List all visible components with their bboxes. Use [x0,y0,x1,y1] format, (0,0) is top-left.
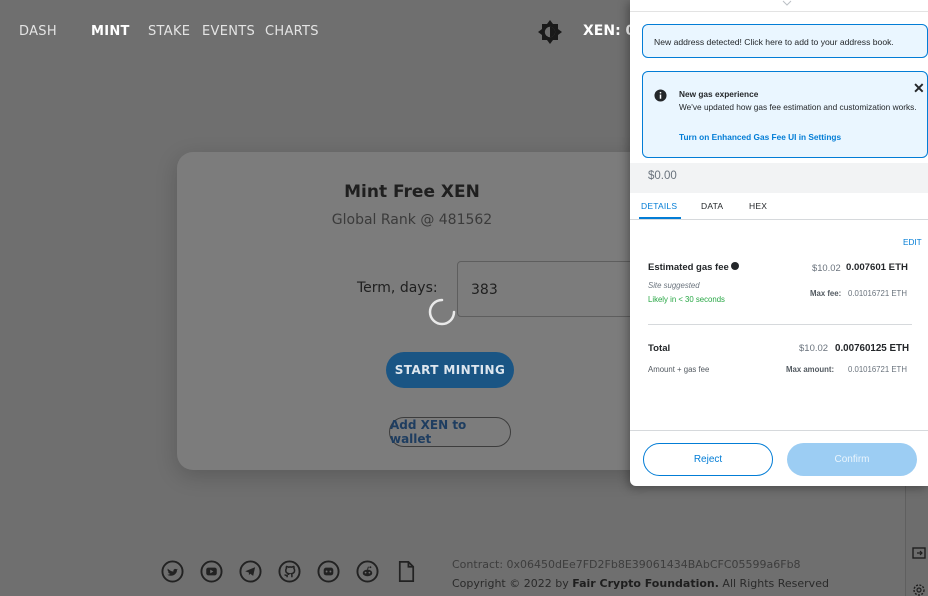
details-tabs: DETAILS DATA HEX [630,193,928,220]
estimated-gas-fee-text: Estimated gas fee [648,262,729,273]
chevron-down-icon[interactable] [782,0,792,6]
gas-experience-banner: New gas experience We've updated how gas… [642,71,928,158]
theme-toggle-icon[interactable] [538,20,562,44]
active-tab-indicator [639,217,681,219]
reddit-icon[interactable] [356,560,379,583]
info-icon [654,89,667,102]
total-usd: $10.02 [799,343,829,354]
mint-title: Mint Free XEN [344,182,480,202]
max-fee-label: Max fee: [810,289,842,298]
add-xen-to-wallet-button[interactable]: Add XEN to wallet [389,417,511,447]
estimated-fee-eth: 0.007601 ETH [846,262,908,273]
nav-item-dash[interactable]: DASH [19,24,57,39]
telegram-icon[interactable] [239,560,262,583]
gas-banner-title: New gas experience [679,89,759,99]
twitter-icon[interactable] [161,560,184,583]
document-icon[interactable] [395,560,418,583]
tab-hex[interactable]: HEX [749,201,767,211]
xen-balance: XEN: 0 [583,23,636,39]
info-icon[interactable] [731,262,740,270]
term-label: Term, days: [357,280,438,296]
metamask-popup: New address detected! Click here to add … [630,0,928,486]
divider [630,430,928,431]
amount-plus-gas-label: Amount + gas fee [648,365,710,374]
nav-item-charts[interactable]: CHARTS [265,24,319,39]
nav-item-events[interactable]: EVENTS [202,24,255,39]
nav-item-stake[interactable]: STAKE [148,24,190,39]
copyright-prefix: Copyright © 2022 by [452,577,569,590]
tab-data[interactable]: DATA [701,201,723,211]
confirm-button[interactable]: Confirm [787,443,917,476]
youtube-icon[interactable] [200,560,223,583]
edit-gas-link[interactable]: EDIT [903,238,922,247]
sidebar-toggle-icon[interactable] [911,545,927,561]
max-fee-value: 0.01016721 ETH [848,289,907,298]
gas-banner-body: We've updated how gas fee estimation and… [679,102,917,112]
site-suggested: Site suggested [648,281,700,290]
divider [648,324,912,325]
enhanced-gas-settings-link[interactable]: Turn on Enhanced Gas Fee UI in Settings [679,132,841,142]
github-icon[interactable] [278,560,301,583]
estimated-fee-usd: $10.02 [812,262,841,273]
transaction-value: $0.00 [648,170,677,182]
browser-side-strip [905,480,928,596]
max-amount-label: Max amount: [786,365,835,374]
estimated-gas-fee-label: Estimated gas fee [648,262,740,273]
new-address-banner[interactable]: New address detected! Click here to add … [642,24,928,58]
mint-card: Mint Free XEN Global Rank @ 481562 Term,… [177,152,657,470]
copyright-org-link[interactable]: Fair Crypto Foundation. [572,577,719,590]
total-label: Total [648,343,671,354]
copyright-suffix: All Rights Reserved [722,577,829,590]
global-rank: Global Rank @ 481562 [331,212,493,228]
max-amount-value: 0.01016721 ETH [848,365,907,374]
term-days-input[interactable]: 383 [457,261,657,317]
tab-details[interactable]: DETAILS [641,201,677,211]
social-links [161,560,418,583]
contract-address[interactable]: Contract: 0x06450dEe7FD2Fb8E39061434BAbC… [452,558,801,571]
copyright: Copyright © 2022 by Fair Crypto Foundati… [452,577,829,590]
discord-icon[interactable] [317,560,340,583]
nav-item-mint[interactable]: MINT [91,24,130,39]
divider [630,11,928,12]
total-eth: 0.00760125 ETH [835,343,910,354]
settings-gear-icon[interactable] [911,582,927,596]
reject-button[interactable]: Reject [643,443,773,476]
likely-time: Likely in < 30 seconds [648,295,725,304]
close-icon[interactable]: ✕ [913,80,925,97]
loading-spinner-icon [428,298,456,326]
start-minting-button[interactable]: START MINTING [386,352,514,388]
